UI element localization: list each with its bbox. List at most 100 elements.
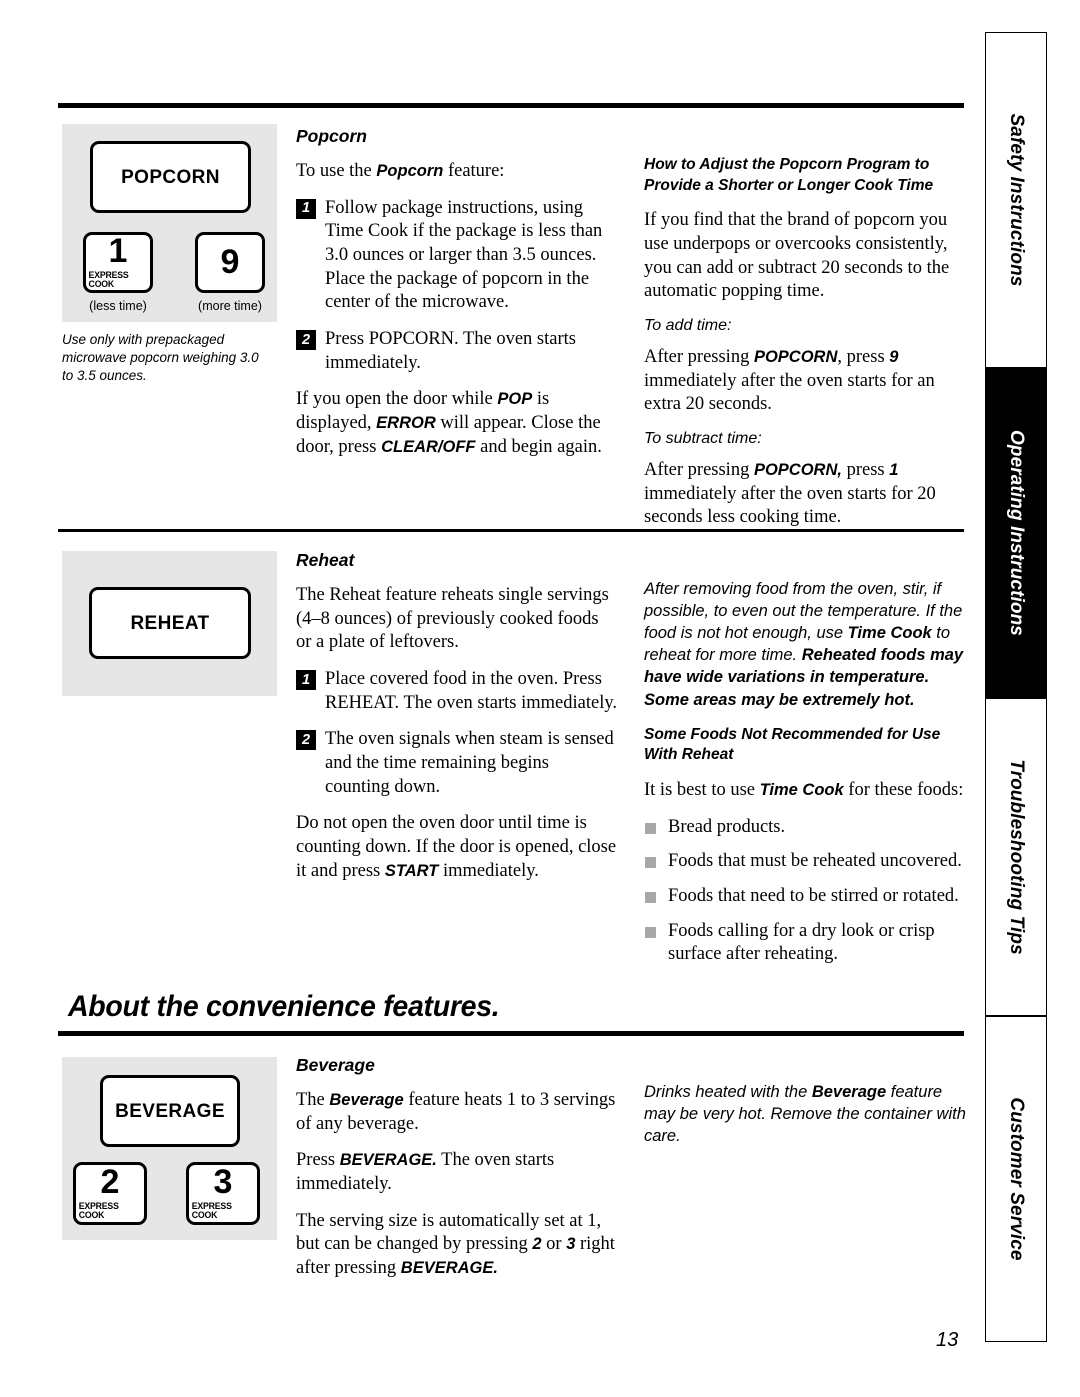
popcorn-intro-suffix: feature: (443, 161, 505, 181)
text-run: 1 (889, 460, 899, 479)
popcorn-step-1: 1 Follow package instructions, using Tim… (296, 197, 618, 315)
express-cook-9-number: 9 (220, 243, 240, 282)
list-item-label: Bread products. (668, 816, 786, 837)
text-run: After pressing (644, 346, 754, 367)
reheat-caution-column: After removing food from the oven, stir,… (644, 578, 966, 978)
add-time-label: To add time: (644, 316, 732, 334)
beverage-button[interactable]: BEVERAGE (100, 1075, 240, 1147)
text-run: Time Cook (325, 221, 409, 242)
express-cook-3-number: 3 (213, 1163, 233, 1202)
list-item-label: Foods that must be reheated uncovered. (668, 851, 962, 872)
reheat-caution: After removing food from the oven, stir,… (644, 578, 966, 711)
beverage-paragraph-3: The serving size is automatically set at… (296, 1210, 618, 1281)
beverage-caution-column: Drinks heated with the Beverage feature … (644, 1081, 966, 1161)
not-recommended-heading: Some Foods Not Recommended for Use With … (644, 725, 941, 764)
popcorn-door-note: If you open the door while POP is displa… (296, 388, 618, 459)
text-run: for these foods: (843, 779, 964, 800)
text-run: Place covered food in the oven. Press (325, 669, 602, 690)
beverage-text-column: Beverage The Beverage feature heats 1 to… (296, 1055, 618, 1294)
list-item: Foods that must be reheated uncovered. (644, 850, 966, 874)
text-run: 2 (532, 1235, 542, 1254)
reheat-step-1: 1 Place covered food in the oven. Press … (296, 668, 618, 715)
reheat-control-panel: REHEAT (62, 551, 277, 696)
beverage-caution: Drinks heated with the Beverage feature … (644, 1081, 966, 1147)
beverage-paragraph-1: The Beverage feature heats 1 to 3 servin… (296, 1089, 618, 1136)
beverage-button-label: BEVERAGE (115, 1100, 225, 1122)
popcorn-button[interactable]: POPCORN (90, 141, 251, 213)
popcorn-intro: To use the Popcorn feature: (296, 160, 618, 184)
text-run: Press (296, 1150, 340, 1171)
text-run: ERROR (376, 414, 436, 433)
list-item-label: Foods that need to be stirred or rotated… (668, 885, 959, 906)
express-cook-1-number: 1 (108, 232, 128, 271)
square-bullet-icon (645, 891, 656, 903)
not-recommended-list: Bread products. Foods that must be reheat… (644, 816, 966, 967)
text-run: START (384, 861, 439, 880)
list-item: Foods that need to be stirred or rotated… (644, 885, 966, 909)
express-cook-9-button[interactable]: 9 (195, 232, 265, 293)
text-run: Beverage (811, 1083, 887, 1101)
text-run: Time Cook (847, 624, 932, 643)
popcorn-step-2-number: 2 (296, 330, 316, 351)
text-run: After pressing (644, 459, 754, 480)
subtract-time-body: After pressing POPCORN, press 1 immediat… (644, 459, 966, 530)
text-run: Press (325, 329, 369, 350)
text-run: Beverage (329, 1091, 404, 1109)
text-run: The (296, 1090, 330, 1110)
popcorn-adjust-heading: How to Adjust the Popcorn Program to Pro… (644, 156, 934, 194)
tab-label: Troubleshooting Tips (1006, 759, 1027, 955)
beverage-paragraph-2: Press BEVERAGE. The oven starts immediat… (296, 1149, 618, 1196)
list-item-label: Foods calling for a dry look or crisp su… (668, 920, 935, 965)
express-cook-2-number: 2 (100, 1163, 120, 1202)
top-divider (58, 103, 964, 108)
text-run: Time Cook (759, 780, 844, 799)
express-cook-1-sublabel: EXPRESS COOK (88, 269, 129, 291)
text-run: BEVERAGE. (400, 1259, 498, 1278)
reheat-step-2-text: The oven signals when steam is sensed an… (325, 729, 614, 796)
beverage-heading: Beverage (296, 1055, 375, 1075)
text-run: It is best to use (644, 779, 760, 800)
reheat-button[interactable]: REHEAT (89, 587, 251, 659)
square-bullet-icon (645, 822, 656, 834)
not-recommended-intro: It is best to use Time Cook for these fo… (644, 779, 966, 803)
popcorn-control-panel: POPCORN 1 EXPRESS COOK 9 (less time) (mo… (62, 124, 277, 322)
section-title-underline (58, 1031, 964, 1036)
express-cook-1-button[interactable]: 1 EXPRESS COOK (83, 232, 153, 293)
tab-operating-instructions[interactable]: Operating Instructions (985, 368, 1047, 698)
page-section-title: About the convenience features. (68, 990, 500, 1023)
add-time-body: After pressing POPCORN, press 9 immediat… (644, 346, 966, 417)
beverage-control-panel: BEVERAGE 2 EXPRESS COOK 3 EXPRESS COOK (62, 1057, 277, 1240)
tab-customer-service[interactable]: Customer Service (985, 1016, 1047, 1342)
popcorn-adjust-body: If you find that the brand of popcorn yo… (644, 210, 950, 302)
popcorn-step-2: 2 Press POPCORN. The oven starts immedia… (296, 328, 618, 375)
reheat-heading: Reheat (296, 550, 355, 570)
popcorn-step-1-text: Follow package instructions, using Time … (325, 198, 602, 313)
text-run: immediately after the oven starts for an… (644, 370, 935, 415)
text-run: The oven starts immediately. (399, 692, 618, 713)
text-run: and begin again. (475, 436, 602, 457)
popcorn-panel-note: Use only with prepackaged microwave popc… (62, 332, 259, 383)
less-time-caption: (less time) (89, 299, 147, 313)
reheat-step-2: 2 The oven signals when steam is sensed … (296, 728, 618, 799)
text-run: POPCORN (753, 347, 838, 366)
text-run: The oven signals when steam is sensed an… (325, 729, 614, 797)
popcorn-step-2-text: Press POPCORN. The oven starts immediate… (325, 329, 576, 373)
text-run: immediately after the oven starts for 20… (644, 483, 936, 528)
popcorn-adjust-column: How to Adjust the Popcorn Program to Pro… (644, 155, 966, 543)
page-content: POPCORN 1 EXPRESS COOK 9 (less time) (mo… (0, 0, 985, 1397)
popcorn-heading: Popcorn (296, 126, 367, 146)
popcorn-text-column: Popcorn To use the Popcorn feature: 1 Fo… (296, 126, 618, 472)
text-run: immediately. (438, 860, 539, 881)
tab-troubleshooting-tips[interactable]: Troubleshooting Tips (985, 698, 1047, 1016)
text-run: Drinks heated with the (644, 1083, 812, 1101)
popcorn-intro-prefix: To use the (296, 161, 377, 181)
reheat-text-column: Reheat The Reheat feature reheats single… (296, 550, 618, 896)
express-cook-2-button[interactable]: 2 EXPRESS COOK (73, 1162, 147, 1225)
text-run: CLEAR/OFF (381, 437, 476, 456)
text-run: REHEAT. (325, 692, 400, 713)
tab-safety-instructions[interactable]: Safety Instructions (985, 32, 1047, 368)
reheat-intro: The Reheat feature reheats single servin… (296, 585, 609, 653)
text-run: Follow package instructions, using (325, 197, 583, 218)
text-run: BEVERAGE. (339, 1151, 437, 1170)
express-cook-3-button[interactable]: 3 EXPRESS COOK (186, 1162, 260, 1225)
